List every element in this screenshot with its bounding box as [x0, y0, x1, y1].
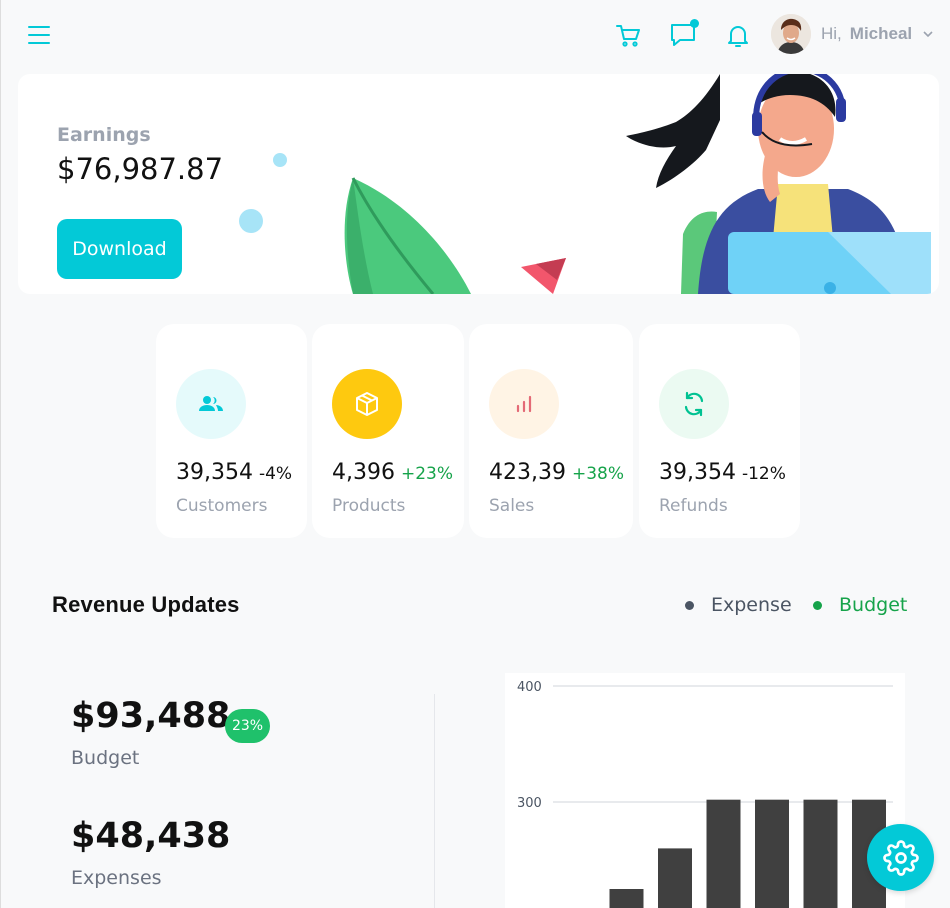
legend-dot	[685, 600, 694, 610]
stat-number: 423,39	[489, 460, 566, 485]
gear-icon	[882, 839, 919, 876]
stat-card-refunds: 39,354 -12% Refunds	[639, 324, 800, 538]
revenue-chart: 300 400	[505, 673, 905, 908]
legend-label: Expense	[711, 594, 792, 616]
divider	[434, 694, 435, 908]
stat-number: 39,354	[176, 460, 253, 485]
legend-expense: Expense	[685, 594, 792, 616]
revenue-bar-chart: 300 400	[517, 680, 893, 908]
users-icon[interactable]	[176, 369, 246, 439]
budget-badge: 23%	[225, 709, 270, 743]
stat-label: Sales	[489, 496, 535, 516]
settings-button[interactable]	[867, 824, 934, 891]
top-navbar: Hi, Micheal	[1, 0, 950, 72]
legend-budget: Budget	[813, 594, 907, 616]
expense-label: Expenses	[71, 867, 162, 889]
stat-percent: +23%	[400, 464, 454, 484]
stat-label: Products	[332, 496, 406, 516]
stat-number: 4,396	[332, 460, 395, 485]
y-tick-label: 300	[517, 796, 542, 811]
user-profile-menu[interactable]: Hi, Micheal	[771, 14, 934, 54]
earnings-label: Earnings	[57, 124, 151, 146]
legend-label: Budget	[839, 594, 908, 616]
stat-percent: +38%	[571, 464, 625, 484]
cart-icon[interactable]	[614, 20, 644, 50]
stat-label: Refunds	[659, 496, 728, 516]
revenue-title: Revenue Updates	[52, 592, 240, 617]
stat-card-sales: 423,39 +38% Sales	[469, 324, 633, 538]
greeting-text: Hi,	[821, 24, 842, 43]
chart-bar	[803, 799, 838, 908]
notification-dot	[690, 19, 699, 28]
chart-bar	[706, 799, 741, 908]
legend-dot	[813, 600, 822, 610]
bell-icon[interactable]	[723, 20, 753, 50]
stat-card-products: 4,396 +23% Products	[312, 324, 464, 538]
expense-value: $48,438	[71, 816, 231, 856]
budget-label: Budget	[71, 747, 140, 769]
stat-card-customers: 39,354 -4% Customers	[156, 324, 307, 538]
budget-value: $93,488	[71, 696, 231, 736]
y-tick-label: 400	[517, 680, 542, 695]
stat-value: 39,354 -12%	[659, 460, 786, 485]
stat-number: 39,354	[659, 460, 736, 485]
username: Micheal	[849, 24, 913, 43]
stat-value: 4,396 +23%	[332, 460, 453, 485]
stat-percent: -12%	[741, 464, 786, 484]
stat-value: 423,39 +38%	[489, 460, 624, 485]
download-button[interactable]: Download	[57, 219, 182, 279]
chart-bar	[609, 889, 644, 908]
chart-bar	[658, 848, 692, 908]
stat-label: Customers	[176, 496, 268, 516]
chat-icon[interactable]	[669, 19, 699, 50]
earnings-value: $76,987.87	[57, 152, 224, 186]
bar-chart-icon[interactable]	[489, 369, 559, 439]
avatar	[771, 14, 811, 54]
stat-value: 39,354 -4%	[176, 460, 292, 485]
chart-bar	[755, 799, 789, 908]
refresh-icon[interactable]	[659, 369, 729, 439]
earnings-card: Earnings $76,987.87 Download	[18, 74, 939, 294]
chevron-down-icon	[923, 31, 933, 38]
stat-percent: -4%	[258, 464, 293, 484]
box-icon[interactable]	[332, 369, 402, 439]
menu-icon[interactable]	[28, 26, 50, 46]
